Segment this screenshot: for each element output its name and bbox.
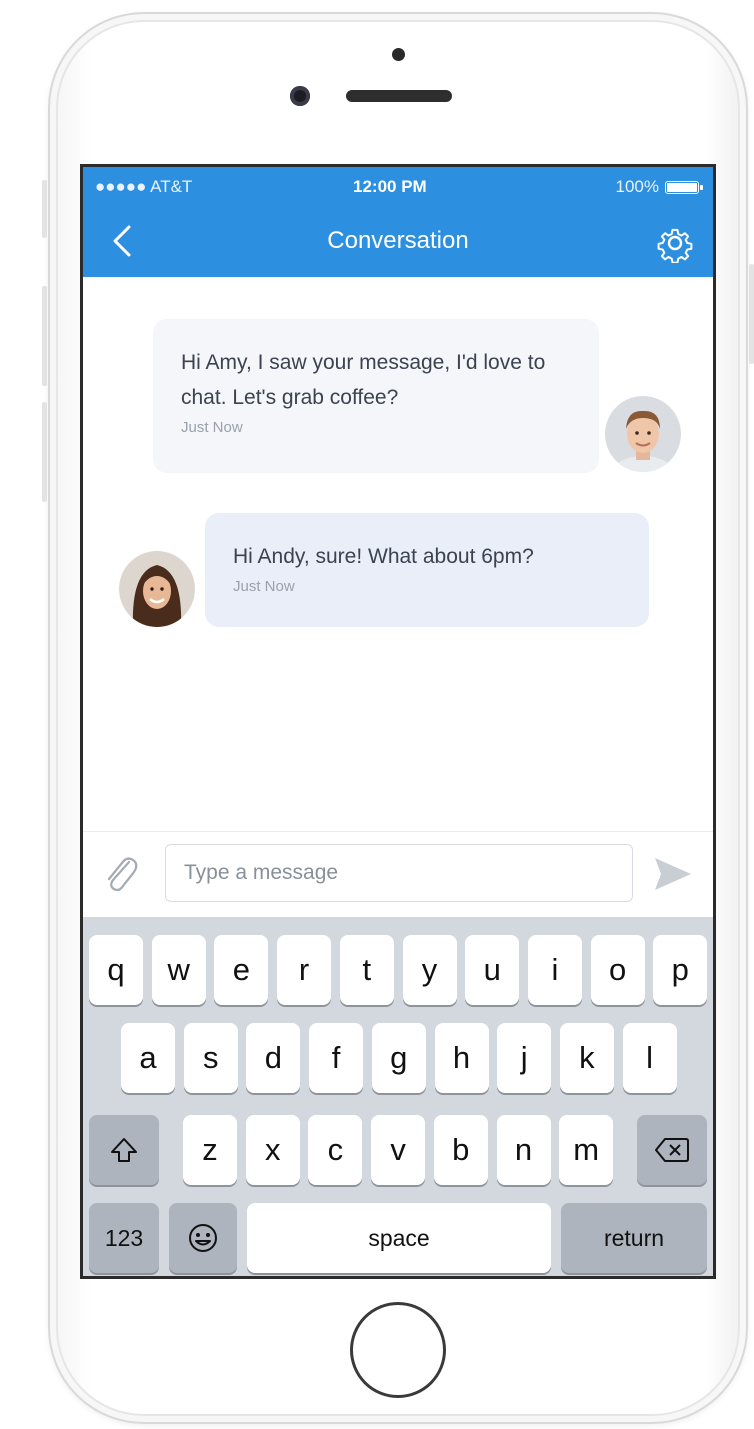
key-x[interactable]: x: [245, 1115, 300, 1185]
key-t[interactable]: t: [339, 935, 394, 1005]
battery-percent: 100%: [615, 177, 659, 196]
settings-button[interactable]: [655, 223, 695, 264]
numbers-key[interactable]: 123: [89, 1203, 159, 1273]
clock: 12:00 PM: [353, 177, 427, 196]
message-time: Just Now: [181, 419, 243, 436]
message-bubble-incoming: Hi Amy, I saw your message, I'd love to …: [153, 319, 599, 473]
message-input[interactable]: [165, 844, 633, 902]
woman-avatar-icon: [119, 551, 195, 627]
key-s[interactable]: s: [183, 1023, 238, 1093]
man-avatar-icon: [605, 396, 681, 472]
key-l[interactable]: l: [622, 1023, 677, 1093]
key-z[interactable]: z: [183, 1115, 237, 1185]
return-key[interactable]: return: [561, 1203, 707, 1273]
message-text: Hi Amy, I saw your message, I'd love to …: [181, 351, 546, 409]
key-p[interactable]: p: [653, 935, 708, 1005]
message-bubble-outgoing: Hi Andy, sure! What about 6pm? Just Now: [205, 513, 649, 627]
send-button[interactable]: [651, 852, 695, 896]
earpiece-speaker: [346, 90, 452, 102]
delete-key[interactable]: [637, 1115, 707, 1185]
key-e[interactable]: e: [214, 935, 269, 1005]
key-m[interactable]: m: [559, 1115, 614, 1185]
volume-up-button: [42, 286, 47, 386]
battery-level-fill: [667, 182, 697, 192]
volume-down-button: [42, 402, 47, 502]
key-i[interactable]: i: [527, 935, 582, 1005]
key-k[interactable]: k: [559, 1023, 614, 1093]
avatar-amy[interactable]: [119, 551, 195, 627]
front-camera: [290, 86, 310, 106]
battery-icon: [665, 180, 703, 194]
attach-button[interactable]: [101, 852, 141, 896]
key-j[interactable]: j: [497, 1023, 552, 1093]
message-time: Just Now: [233, 578, 295, 595]
app-header: ●●●●● AT&T 12:00 PM 100% Conversation: [83, 167, 713, 277]
emoji-key[interactable]: [169, 1203, 237, 1273]
home-button[interactable]: [350, 1302, 446, 1398]
key-d[interactable]: d: [246, 1023, 301, 1093]
mute-switch: [42, 180, 47, 238]
space-key[interactable]: space: [247, 1203, 551, 1273]
key-q[interactable]: q: [89, 935, 143, 1005]
key-f[interactable]: f: [309, 1023, 364, 1093]
key-r[interactable]: r: [277, 935, 332, 1005]
emoji-icon: [189, 1224, 217, 1252]
carrier-label: ●●●●● AT&T: [95, 177, 193, 196]
key-u[interactable]: u: [465, 935, 520, 1005]
phone-screen: ●●●●● AT&T 12:00 PM 100% Conversation Hi…: [80, 164, 716, 1279]
key-v[interactable]: v: [371, 1115, 426, 1185]
on-screen-keyboard: 123 space return qwertyuiop asdfghjkl zxcv…: [83, 917, 713, 1276]
gear-icon: [657, 228, 693, 264]
avatar-andy[interactable]: [605, 396, 681, 472]
page-title: Conversation: [327, 227, 469, 254]
message-text: Hi Andy, sure! What about 6pm?: [233, 545, 534, 568]
shift-key[interactable]: [89, 1115, 159, 1185]
key-c[interactable]: c: [308, 1115, 363, 1185]
key-w[interactable]: w: [151, 935, 206, 1005]
key-b[interactable]: b: [433, 1115, 488, 1185]
key-g[interactable]: g: [371, 1023, 426, 1093]
battery-status: 100%: [615, 177, 703, 197]
proximity-sensor: [392, 48, 405, 61]
key-h[interactable]: h: [434, 1023, 489, 1093]
power-button: [749, 264, 754, 364]
key-o[interactable]: o: [590, 935, 645, 1005]
key-a[interactable]: a: [121, 1023, 175, 1093]
send-icon: [655, 858, 691, 890]
key-y[interactable]: y: [402, 935, 457, 1005]
backspace-icon: [655, 1138, 689, 1162]
shift-icon: [111, 1138, 137, 1162]
message-composer: [83, 831, 713, 918]
key-n[interactable]: n: [496, 1115, 551, 1185]
paperclip-icon: [107, 857, 138, 892]
